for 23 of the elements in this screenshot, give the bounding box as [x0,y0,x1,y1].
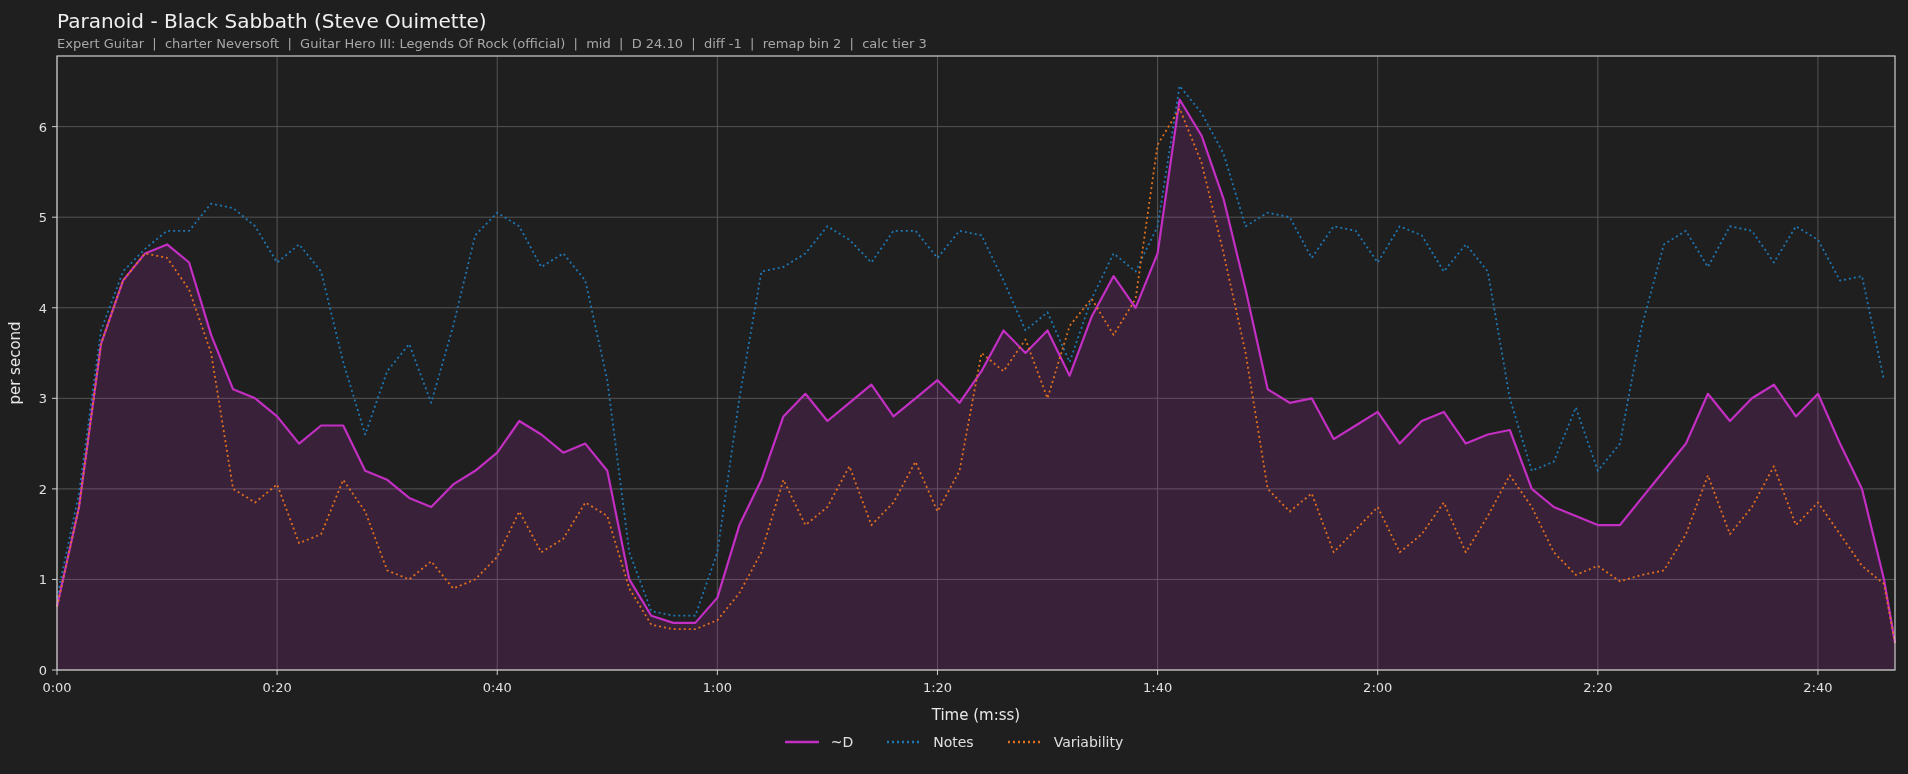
y-tick-label: 3 [38,391,47,407]
y-tick-label: 5 [38,210,47,226]
x-axis-label: Time (m:ss) [931,706,1021,724]
chart-title: Paranoid - Black Sabbath (Steve Ouimette) [57,8,488,34]
x-tick-label: 2:40 [1803,680,1833,695]
x-tick-label: 0:00 [42,680,72,695]
y-tick-label: 0 [38,663,47,678]
x-tick-label: 0:40 [482,680,512,695]
chart-subtitle: Expert Guitar | charter Neversoft | Guitar Hero III: Legends Of Rock (official) | mid | D 24.10 | diff -1 | remap bin 2 | calc tier 3 [57,35,928,53]
y-tick-label: 6 [38,119,47,135]
y-tick-label: 4 [38,300,47,316]
legend-label: Notes [933,734,974,750]
x-tick-label: 1:00 [702,680,732,695]
legend-label: ~D [830,734,854,750]
x-tick-label: 1:20 [922,680,953,695]
legend-label: Variability [1053,734,1124,750]
x-tick-label: 1:40 [1143,680,1173,695]
x-tick-label: 2:00 [1363,680,1393,695]
y-tick-label: 2 [38,481,47,497]
y-tick-label: 1 [38,572,47,588]
x-tick-label: 0:20 [262,680,292,695]
y-axis-label: per second [6,321,24,405]
x-tick-label: 2:20 [1583,680,1613,695]
